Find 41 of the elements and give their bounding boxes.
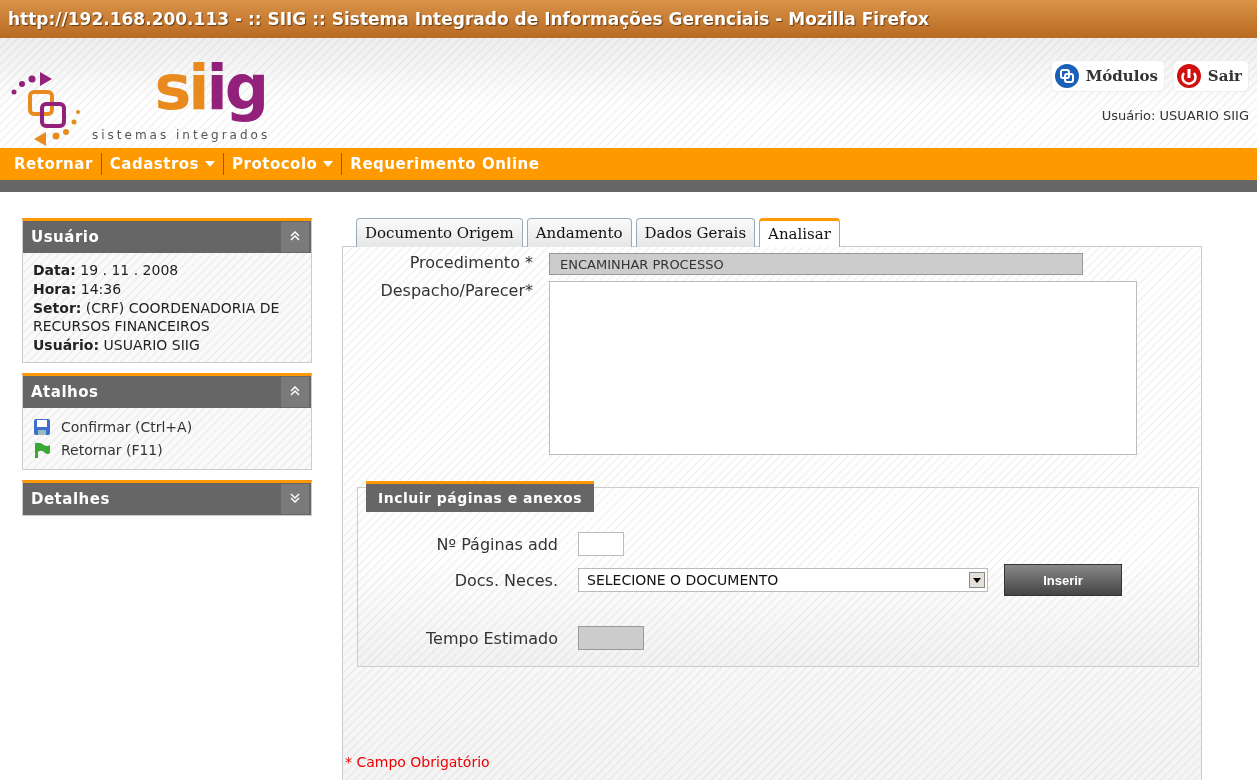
caret-icon [205,161,216,167]
field-label: Despacho/Parecer* [379,281,533,300]
power-icon [1175,63,1202,89]
info-line: Usuário: USUARIO SIIG [33,336,201,354]
window-title: http://192.168.200.113 - :: SIIG :: Sistema Integrado de Informações Gerenciais - Mozilla Firefox [0,0,1257,38]
section-title: Incluir páginas e anexos [366,481,594,512]
chevrons-down-icon [290,493,300,503]
tab[interactable]: Analisar [759,218,840,247]
chevrons-up-icon [290,386,300,396]
shortcut-link[interactable]: Retornar (F11) [33,439,301,461]
insert-button[interactable]: Inserir [1004,564,1122,596]
tab[interactable]: Documento Origem [356,218,523,247]
field-label: Procedimento * [408,253,533,272]
info-line: Data: 19 . 11 . 2008 [33,261,180,279]
user-label: Usuário: USUARIO SIIG [1101,108,1249,123]
info-line: Hora: 14:36 [33,280,123,298]
modules-icon [1053,63,1080,89]
modules-button[interactable]: Módulos [1050,60,1165,92]
logo-tagline: sistemas integrados [92,128,271,142]
collapse-button[interactable] [281,377,309,407]
panel-title: Detalhes [30,490,110,508]
exit-button[interactable]: Sair [1172,60,1249,92]
collapse-button[interactable] [281,222,309,252]
logo-wordmark: siig [154,50,268,126]
field-label: Tempo Estimado [425,628,558,648]
shortcut-link[interactable]: Confirmar (Ctrl+A) [33,416,301,438]
field-label: Docs. Neces. [453,570,558,590]
field-label: Nº Páginas add [435,534,558,554]
pages-input[interactable] [578,532,624,556]
required-note: * Campo Obrigatório [345,754,491,772]
flag-icon [33,441,51,459]
expand-button[interactable] [281,484,309,514]
info-line: Setor: (CRF) COORDENADORIA DE RECURSOS FINANCEIROS [33,299,281,335]
tab[interactable]: Andamento [526,218,632,247]
chevrons-up-icon [290,231,300,241]
tab[interactable]: Dados Gerais [635,218,756,247]
caret-icon [323,161,334,167]
panel-title: Atalhos [30,383,99,401]
procedure-field[interactable]: ENCAMINHAR PROCESSO [549,253,1083,275]
panel-title: Usuário [30,228,100,246]
document-select[interactable]: SELECIONE O DOCUMENTO [578,568,988,592]
